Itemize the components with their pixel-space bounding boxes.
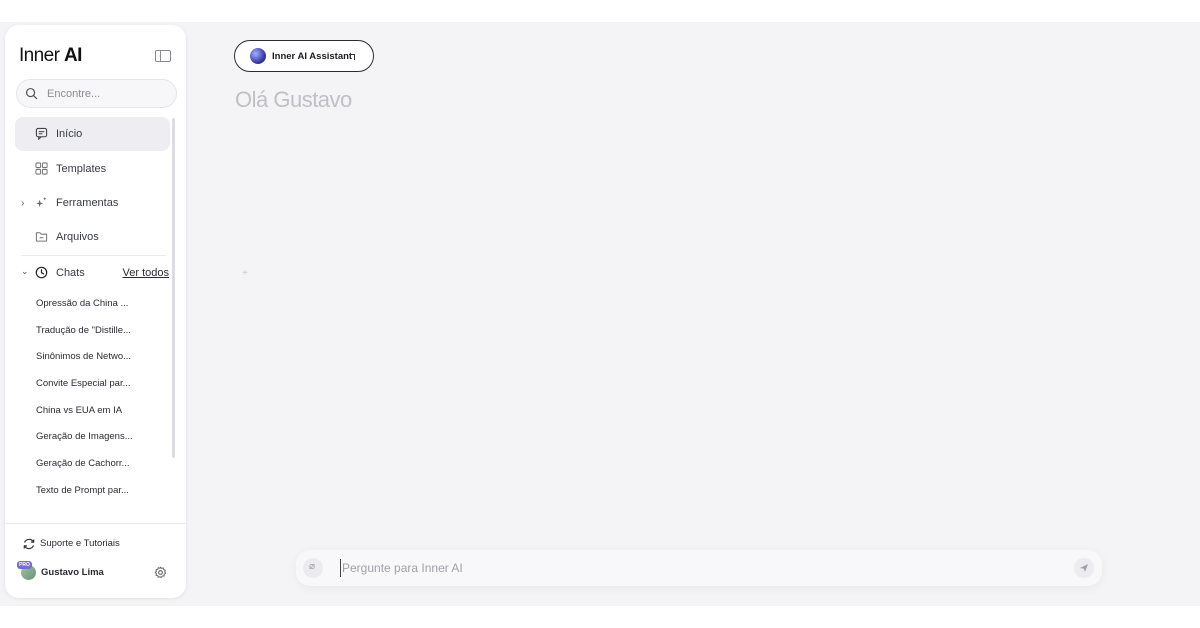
nav-label-templates: Templates [56, 163, 107, 175]
greeting-heading: Olá Gustavo [235, 86, 352, 109]
chat-list-item[interactable]: Geração de Cachorr... [36, 458, 161, 469]
send-icon [1080, 564, 1088, 572]
nav-item-inicio[interactable]: Início [15, 117, 170, 151]
chat-list-item[interactable]: Opressão da China ... [36, 298, 161, 309]
sidebar-scrollbar[interactable] [172, 118, 175, 458]
refresh-icon [23, 538, 35, 550]
logo-text: Inner [19, 45, 60, 66]
user-profile[interactable]: PRO Gustavo Lima [17, 561, 177, 585]
user-name: Gustavo Lima [41, 567, 104, 578]
assistant-label: Inner AI Assistant [272, 51, 353, 62]
support-label: Suporte e Tutoriais [40, 538, 120, 549]
see-all-link[interactable]: Ver todos [123, 267, 169, 279]
divider [21, 255, 166, 256]
grid-icon [35, 162, 48, 175]
chats-header: ⌄ Chats Ver todos [15, 261, 170, 285]
chat-bubble-icon [35, 127, 48, 140]
chats-label: Chats [56, 267, 85, 279]
folder-icon [35, 232, 48, 242]
gear-icon[interactable] [154, 566, 167, 579]
sidebar: Inner AI Início Templates › Ferramentas … [5, 25, 186, 598]
search-box[interactable] [16, 79, 177, 108]
divider [5, 523, 186, 524]
assistant-selector-button[interactable]: Inner AI Assistant [234, 40, 374, 72]
assistant-avatar-icon [250, 48, 266, 64]
chevron-right-icon[interactable]: › [21, 198, 24, 209]
chat-list-item[interactable]: Texto de Prompt par... [36, 485, 161, 496]
message-input[interactable] [340, 559, 1060, 577]
chat-list-item[interactable]: Geração de Imagens... [36, 431, 161, 442]
plus-icon[interactable]: + [242, 268, 248, 279]
nav-label-inicio: Início [56, 128, 83, 140]
chevron-down-icon[interactable]: ⌄ [21, 266, 29, 277]
attach-button[interactable]: ⌀ [303, 558, 323, 578]
chat-list-item[interactable]: Convite Especial par... [36, 378, 161, 389]
corner-arrow-icon [349, 54, 355, 60]
chat-list-item[interactable]: Tradução de "Distille... [36, 325, 161, 336]
sidebar-toggle-icon[interactable] [155, 50, 171, 62]
pro-badge: PRO [17, 561, 32, 569]
logo[interactable]: Inner AI [19, 45, 82, 67]
greeting-text: Olá Gustavo [235, 87, 352, 109]
clock-icon [35, 266, 48, 279]
paperclip-icon: ⌀ [309, 561, 316, 572]
nav-item-ferramentas[interactable]: › Ferramentas [15, 186, 170, 220]
chat-list-item[interactable]: Sinônimos de Netwo... [36, 351, 161, 362]
logo-text-bold: AI [64, 45, 82, 66]
message-composer: ⌀ [296, 550, 1102, 586]
nav-item-templates[interactable]: Templates [15, 152, 170, 186]
sparkle-icon [35, 196, 47, 208]
nav-label-ferramentas: Ferramentas [56, 197, 119, 209]
search-icon [25, 87, 38, 100]
nav-item-arquivos[interactable]: Arquivos [15, 220, 170, 254]
search-input[interactable] [47, 85, 167, 103]
chat-list-item[interactable]: China vs EUA em IA [36, 405, 161, 416]
nav-label-arquivos: Arquivos [56, 231, 99, 243]
send-button[interactable] [1074, 558, 1094, 578]
